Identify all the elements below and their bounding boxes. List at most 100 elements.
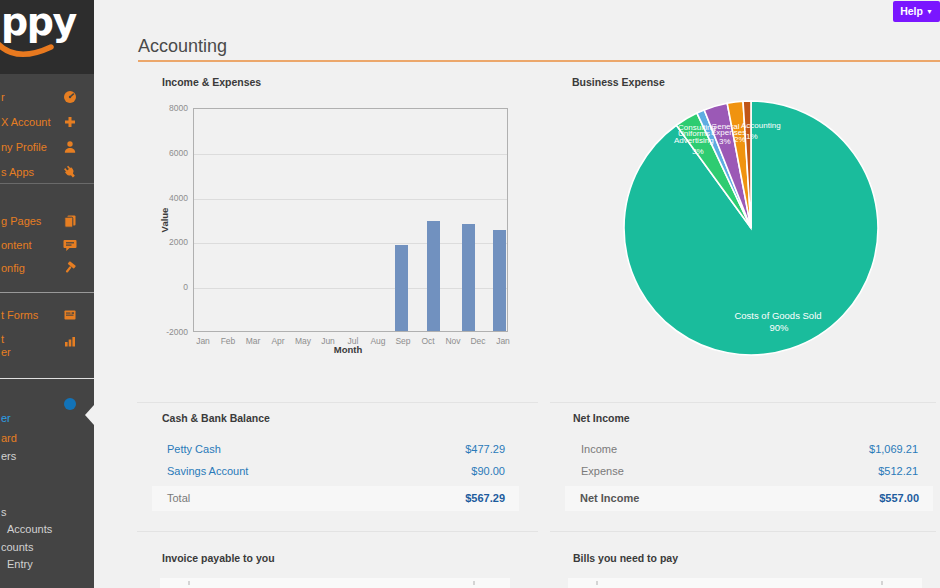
- pie-main-slice-label: Costs of Goods Sold: [718, 311, 838, 320]
- sidebar-item-users[interactable]: ers: [1, 449, 16, 463]
- bills-table: [568, 578, 922, 588]
- hammer-icon[interactable]: [63, 261, 77, 275]
- section-divider-left-top: [137, 402, 538, 403]
- pages-icon[interactable]: [63, 214, 77, 228]
- net-income-total-label: Net Income: [580, 492, 639, 504]
- invoice-table-mark-1: [188, 581, 190, 585]
- petty-cash-value: $477.29: [380, 442, 505, 456]
- gridline: [194, 199, 507, 200]
- cash-bank-heading: Cash & Bank Balance: [162, 412, 270, 424]
- person-icon[interactable]: [63, 140, 77, 154]
- net-income-total-value: $557.00: [879, 492, 919, 504]
- y-tick-label: 0: [148, 282, 188, 292]
- logo-graphic: ppy: [0, 0, 94, 74]
- x-axis-title: Month: [318, 344, 378, 355]
- sidebar-item-builder[interactable]: r: [1, 90, 5, 104]
- gridline: [194, 154, 507, 155]
- sidebar-item-report-line2[interactable]: er: [1, 345, 11, 359]
- section-divider-right-bottom: [550, 531, 936, 532]
- invoice-table: [160, 578, 510, 588]
- savings-account-value: $90.00: [380, 464, 505, 478]
- comment-icon[interactable]: [63, 238, 77, 252]
- selected-item-arrow: [85, 405, 94, 425]
- sidebar-item-accounts-1[interactable]: Accounts: [7, 522, 52, 536]
- cash-bank-total-label: Total: [167, 492, 190, 504]
- sidebar-item-landing-pages[interactable]: g Pages: [1, 214, 41, 228]
- sidebar-item-dashboard[interactable]: ard: [1, 431, 17, 445]
- income-value: $1,069.21: [780, 442, 918, 456]
- y-tick-label: 6000: [148, 148, 188, 158]
- sidebar-item-items-s[interactable]: s: [1, 505, 7, 519]
- x-tick-label: Apr: [265, 336, 291, 346]
- y-axis-title: Value: [159, 200, 169, 240]
- pie-overlay-label: 1%: [746, 132, 758, 141]
- savings-account-link[interactable]: Savings Account: [167, 464, 248, 478]
- app-logo[interactable]: ppy: [0, 0, 94, 74]
- x-tick-label: Jan: [490, 336, 516, 346]
- bills-heading: Bills you need to pay: [573, 552, 678, 564]
- cash-bank-total-row: Total $567.29: [152, 486, 519, 511]
- bills-table-mark-2: [881, 581, 883, 585]
- help-button[interactable]: Help ▼: [893, 1, 940, 22]
- pie-main-slice-pct: 90%: [759, 323, 799, 332]
- help-label: Help: [900, 5, 923, 17]
- gauge-icon[interactable]: [63, 90, 77, 104]
- sidebar-item-apps[interactable]: s Apps: [1, 165, 34, 179]
- svg-text:ppy: ppy: [1, 0, 77, 44]
- sidebar-item-config[interactable]: onfig: [1, 261, 25, 275]
- expense-value: $512.21: [780, 464, 918, 478]
- petty-cash-link[interactable]: Petty Cash: [167, 442, 221, 456]
- bar-oct: [427, 221, 440, 331]
- x-tick-label: May: [290, 336, 316, 346]
- pie-overlay-label: 3%: [719, 137, 731, 146]
- caret-down-icon: ▼: [926, 8, 933, 15]
- gridline: [194, 288, 507, 289]
- section-divider-left-bottom: [137, 531, 538, 532]
- y-tick-label: -2000: [148, 327, 188, 337]
- sidebar-item-accounts-2[interactable]: counts: [1, 540, 33, 554]
- sidebar-divider-2: [0, 292, 94, 293]
- sidebar-item-forms[interactable]: t Forms: [1, 308, 38, 322]
- pie-overlay-label: 3%: [692, 147, 704, 156]
- sidebar: ppy r X Account ny Profile s Apps g Pages ont…: [0, 0, 94, 588]
- expense-label: Expense: [581, 464, 624, 478]
- section-divider-right-top: [550, 402, 936, 403]
- net-income-total-row: Net Income $557.00: [565, 486, 933, 511]
- page-title: Accounting: [138, 36, 227, 57]
- x-tick-label: Mar: [240, 336, 266, 346]
- x-tick-label: Feb: [215, 336, 241, 346]
- pie-overlay-label: Accounting: [741, 121, 781, 130]
- bills-table-mark-1: [596, 581, 598, 585]
- x-tick-label: Oct: [415, 336, 441, 346]
- x-tick-label: Nov: [440, 336, 466, 346]
- income-label: Income: [581, 442, 617, 456]
- bars-icon[interactable]: [63, 334, 77, 348]
- sidebar-item-report-line1[interactable]: t: [1, 332, 4, 346]
- bar-jan: [493, 230, 506, 331]
- sidebar-item-ledger[interactable]: er: [1, 411, 11, 425]
- invoice-table-mark-2: [473, 581, 475, 585]
- pie-overlay-label: Advertising: [674, 136, 714, 145]
- plug-icon[interactable]: [63, 165, 77, 179]
- income-expenses-plot: [193, 108, 508, 332]
- title-underline: [138, 60, 940, 62]
- gridline: [194, 243, 507, 244]
- bar-sep: [395, 245, 408, 331]
- pie-overlay-label: 2%: [734, 135, 746, 144]
- circle-icon[interactable]: [63, 397, 77, 411]
- sidebar-divider-1: [0, 183, 94, 184]
- x-tick-label: Sep: [390, 336, 416, 346]
- invoice-heading: Invoice payable to you: [162, 552, 275, 564]
- sidebar-item-entry[interactable]: Entry: [7, 557, 33, 571]
- x-tick-label: Dec: [465, 336, 491, 346]
- x-tick-label: Jan: [190, 336, 216, 346]
- sidebar-item-x-account[interactable]: X Account: [1, 115, 51, 129]
- plus-icon[interactable]: [63, 115, 77, 129]
- bar-dec: [462, 224, 475, 332]
- sidebar-divider-3: [0, 378, 94, 379]
- income-expenses-heading: Income & Expenses: [162, 76, 261, 88]
- business-expense-heading: Business Expense: [572, 76, 665, 88]
- form-icon[interactable]: [63, 308, 77, 322]
- sidebar-item-content[interactable]: ontent: [1, 238, 32, 252]
- sidebar-item-company-profile[interactable]: ny Profile: [1, 140, 47, 154]
